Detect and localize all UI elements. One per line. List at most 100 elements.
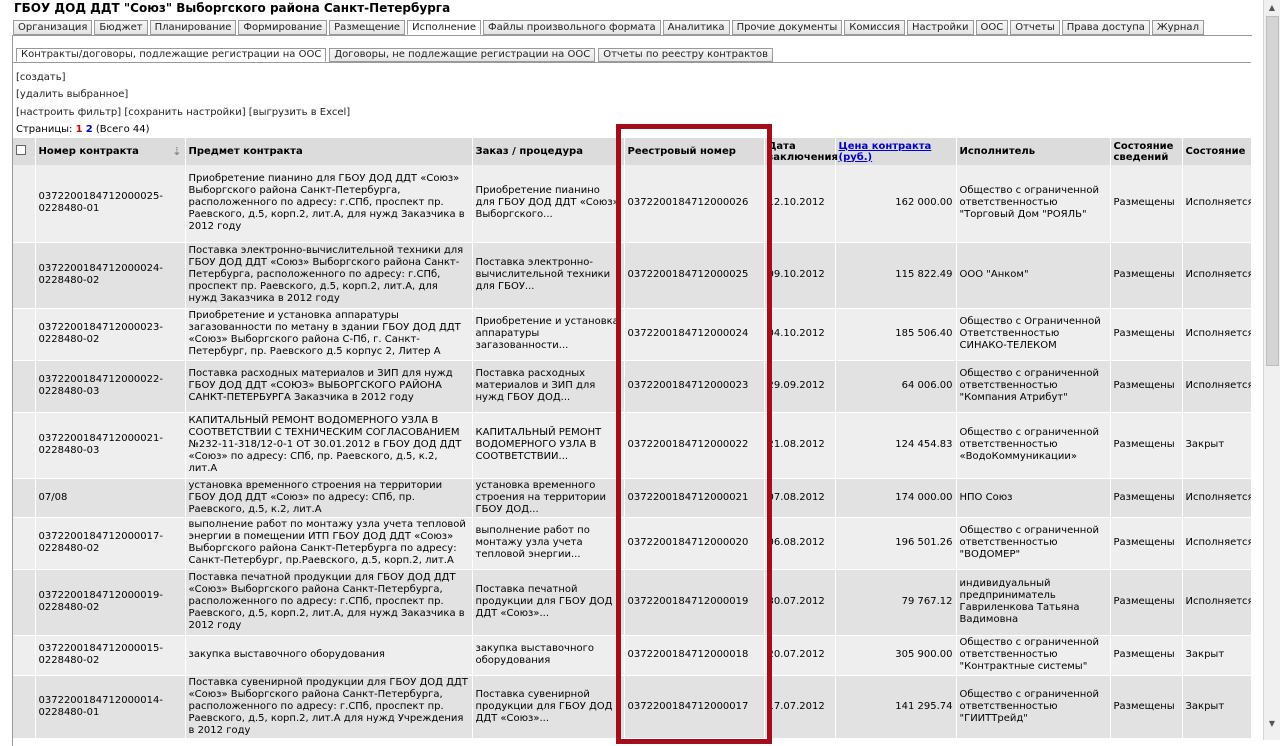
tab-14[interactable]: Журнал: [1151, 20, 1204, 35]
table-header-row: Номер контракта ⇣ Предмет контракта Заказ…: [13, 138, 1252, 165]
tab-12[interactable]: Отчеты: [1010, 20, 1060, 35]
create-link[interactable]: [создать]: [16, 72, 66, 83]
col-registry-header[interactable]: Реестровый номер: [624, 138, 765, 165]
table-row[interactable]: 0372200184712000025-0228480-01 Приобретен…: [13, 165, 1252, 243]
contract-price: 162 000.00: [835, 165, 957, 243]
export-excel-link[interactable]: [выгрузить в Excel]: [249, 107, 350, 118]
contract-order[interactable]: выполнение работ по монтажу узла учета т…: [472, 517, 625, 570]
table-row[interactable]: 0372200184712000017-0228480-02 выполнение…: [13, 517, 1252, 570]
col-number-header[interactable]: Номер контракта ⇣: [35, 138, 186, 165]
table-row[interactable]: 0372200184712000023-0228480-02 Приобретен…: [13, 308, 1252, 361]
info-state: Размещены: [1110, 675, 1183, 739]
row-checkbox-cell: [13, 635, 36, 676]
tab-9[interactable]: Комиссия: [844, 20, 906, 35]
table-row[interactable]: 07/08 установка временного строения на те…: [13, 478, 1252, 518]
tab-3[interactable]: Формирование: [238, 20, 328, 35]
sort-arrow-icon[interactable]: ⇣: [172, 146, 181, 157]
col-date-header[interactable]: Дата заключения: [764, 138, 838, 165]
scroll-up-icon[interactable]: ▲: [1266, 2, 1278, 14]
contract-price: 196 501.26: [835, 517, 957, 570]
col-order-header[interactable]: Заказ / процедура: [472, 138, 625, 165]
contract-number: 0372200184712000023-0228480-02: [35, 308, 186, 361]
contract-date: 04.10.2012: [764, 308, 836, 361]
contract-price: 124 454.83: [835, 412, 957, 479]
tab-7[interactable]: Аналитика: [662, 20, 730, 35]
pagination-label: Страницы:: [16, 124, 73, 135]
contract-subject: Поставка расходных материалов и ЗИП для …: [185, 360, 473, 413]
contract-executor: Общество с ограниченной ответственностью…: [956, 675, 1111, 739]
table-row[interactable]: 0372200184712000022-0228480-03 Поставка р…: [13, 360, 1252, 413]
contract-state: Исполняется: [1182, 308, 1252, 361]
registry-number: 0372200184712000026: [624, 165, 765, 243]
contract-order[interactable]: закупка выставочного оборудования: [472, 635, 625, 676]
contract-number: 0372200184712000014-0228480-01: [35, 675, 186, 739]
contract-subject: выполнение работ по монтажу узла учета т…: [185, 517, 473, 570]
tab-0[interactable]: Организация: [13, 20, 93, 35]
tab-8[interactable]: Прочие документы: [731, 20, 843, 35]
contract-state: Исполняется: [1182, 165, 1252, 243]
table-row[interactable]: 0372200184712000021-0228480-03 КАПИТАЛЬНЫ…: [13, 412, 1252, 479]
info-state: Размещены: [1110, 242, 1183, 309]
contract-order[interactable]: Поставка печатной продукции для ГБОУ ДОД…: [472, 569, 625, 636]
contract-date: 17.07.2012: [764, 675, 836, 739]
contract-number: 0372200184712000021-0228480-03: [35, 412, 186, 479]
contract-number: 0372200184712000017-0228480-02: [35, 517, 186, 570]
select-all-checkbox[interactable]: [16, 145, 26, 155]
contract-state: Исполняется: [1182, 242, 1252, 309]
delete-selected-link[interactable]: [удалить выбранное]: [16, 89, 128, 100]
page-link-2[interactable]: 2: [86, 124, 93, 135]
contract-order[interactable]: Поставка электронно-вычислительной техни…: [472, 242, 625, 309]
tab-11[interactable]: ООС: [975, 20, 1009, 35]
info-state: Размещены: [1110, 360, 1183, 413]
col-subject-header[interactable]: Предмет контракта: [185, 138, 473, 165]
tab-5[interactable]: Исполнение: [407, 20, 481, 35]
sub-tab-1[interactable]: Договоры, не подлежащие регистрации на О…: [329, 48, 596, 62]
sub-tab-2[interactable]: Отчеты по реестру контрактов: [598, 48, 773, 62]
contract-executor: Общество с ограниченной ответственностью…: [956, 412, 1111, 479]
tab-13[interactable]: Права доступа: [1061, 20, 1150, 35]
col-executor-header[interactable]: Исполнитель: [956, 138, 1111, 165]
contract-order[interactable]: Поставка сувенирной продукции для ГБОУ Д…: [472, 675, 625, 739]
tab-1[interactable]: Бюджет: [94, 20, 148, 35]
table-row[interactable]: 0372200184712000019-0228480-02 Поставка п…: [13, 569, 1252, 636]
sub-tab-0[interactable]: Контракты/договоры, подлежащие регистрац…: [16, 48, 327, 62]
contract-date: 21.08.2012: [764, 412, 836, 479]
contract-number: 0372200184712000015-0228480-02: [35, 635, 186, 676]
vertical-scrollbar[interactable]: ▲ ▼: [1263, 0, 1280, 740]
contract-order[interactable]: КАПИТАЛЬНЫЙ РЕМОНТ ВОДОМЕРНОГО УЗЛА В СО…: [472, 412, 625, 479]
contract-state: Исполняется: [1182, 478, 1252, 518]
contract-subject: Приобретение и установка аппаратуры зага…: [185, 308, 473, 361]
scroll-thumb[interactable]: [1266, 16, 1279, 366]
current-page: 1: [75, 124, 83, 135]
contract-order[interactable]: установка временного строения на террито…: [472, 478, 625, 518]
contract-executor: индивидуальный предприниматель Гавриленк…: [956, 569, 1111, 636]
actions-create-row: [создать]: [16, 72, 66, 83]
table-row[interactable]: 0372200184712000015-0228480-02 закупка вы…: [13, 635, 1252, 676]
col-info-state-header[interactable]: Состояние сведений: [1110, 138, 1183, 165]
contract-date: 20.07.2012: [764, 635, 836, 676]
contract-order[interactable]: Приобретение пианино для ГБОУ ДОД ДДТ «С…: [472, 165, 625, 243]
contract-order[interactable]: Приобретение и установка аппаратуры зага…: [472, 308, 625, 361]
select-all-header[interactable]: [13, 138, 36, 165]
contract-executor: Общество с ограниченной ответственностью…: [956, 360, 1111, 413]
registry-number: 0372200184712000020: [624, 517, 765, 570]
tab-4[interactable]: Размещение: [329, 20, 406, 35]
page-title: ГБОУ ДОД ДДТ "Союз" Выборгского района С…: [14, 1, 451, 15]
contract-executor: Общество с Ограниченной Ответственностью…: [956, 308, 1111, 361]
table-row[interactable]: 0372200184712000024-0228480-02 Поставка э…: [13, 242, 1252, 309]
registry-number: 0372200184712000019: [624, 569, 765, 636]
contract-state: Закрыт: [1182, 675, 1252, 739]
tab-2[interactable]: Планирование: [149, 20, 237, 35]
configure-filter-link[interactable]: [настроить фильтр]: [16, 107, 121, 118]
info-state: Размещены: [1110, 635, 1183, 676]
price-sort-link[interactable]: Цена контракта (руб.): [839, 141, 932, 163]
col-price-header[interactable]: Цена контракта (руб.): [835, 138, 957, 165]
contract-order[interactable]: Поставка расходных материалов и ЗИП для …: [472, 360, 625, 413]
save-settings-link[interactable]: [сохранить настройки]: [124, 107, 245, 118]
table-row[interactable]: 0372200184712000014-0228480-01 Поставка с…: [13, 675, 1252, 739]
col-state-header[interactable]: Состояние: [1182, 138, 1252, 165]
scroll-down-icon[interactable]: ▼: [1266, 718, 1278, 730]
tab-10[interactable]: Настройки: [907, 20, 974, 35]
tab-6[interactable]: Файлы произвольного формата: [483, 20, 661, 35]
info-state: Размещены: [1110, 165, 1183, 243]
